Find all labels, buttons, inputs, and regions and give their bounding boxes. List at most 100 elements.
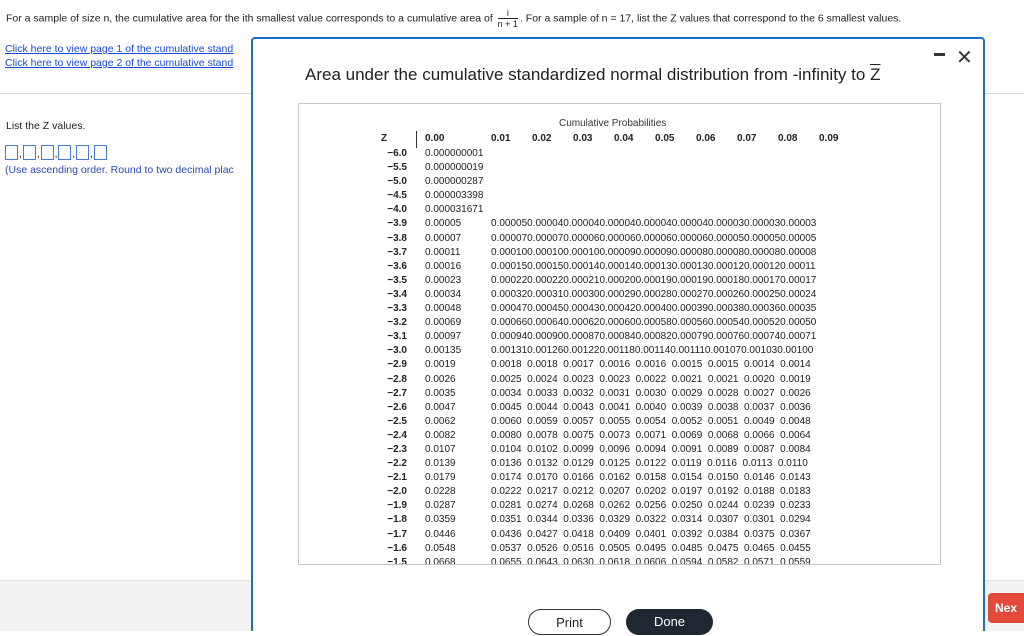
- probability-cells: 0.0351 0.0344 0.0336 0.0329 0.0322 0.031…: [491, 514, 811, 526]
- table-row: −3.9 0.00005 0.000050.000040.000040.000040…: [299, 217, 940, 231]
- z-value-cell: −1.9: [387, 500, 407, 512]
- probability-cells: 0.0104 0.0102 0.0099 0.0096 0.0094 0.009…: [491, 443, 811, 455]
- probability-cell: 0.0107: [425, 443, 456, 455]
- fraction: i n + 1: [497, 8, 518, 29]
- probability-cell: 0.0668: [425, 556, 456, 565]
- z-value-cell: −3.4: [387, 288, 407, 300]
- z-value-cell: −1.8: [387, 514, 407, 526]
- col-header: 0.08: [778, 133, 798, 144]
- probability-cell: 0.00005: [425, 218, 462, 230]
- dialog-title-variable: Z: [870, 65, 881, 84]
- z-value-input-5[interactable]: [76, 145, 90, 160]
- probability-cell: 0.0446: [425, 528, 456, 540]
- table-row: −2.3 0.0107 0.0104 0.0102 0.0099 0.0096 0.…: [299, 443, 940, 457]
- probability-cells: 0.000150.000150.000140.000140.000130.000…: [491, 260, 816, 272]
- z-value-cell: −2.5: [387, 415, 407, 427]
- comma: ,: [90, 149, 93, 160]
- z-value-cell: −1.6: [387, 542, 407, 554]
- answer-label: List the Z values.: [6, 120, 86, 132]
- fraction-denominator: n + 1: [497, 19, 518, 29]
- table-row: −3.0 0.00135 0.001310.001260.001220.001180…: [299, 344, 940, 358]
- table-row: −2.9 0.0019 0.0018 0.0018 0.0017 0.0016 0.…: [299, 358, 940, 372]
- print-button[interactable]: Print: [528, 609, 611, 635]
- probability-cell: 0.000031671: [425, 204, 484, 216]
- z-value-cell: −2.7: [387, 387, 407, 399]
- probability-cells: 0.0025 0.0024 0.0023 0.0023 0.0022 0.002…: [491, 373, 811, 385]
- col-header: 0.07: [737, 133, 757, 144]
- probability-cell: 0.0228: [425, 486, 456, 498]
- question-prefix: For a sample of size n, the cumulative a…: [6, 12, 493, 25]
- z-value-cell: −1.7: [387, 528, 407, 540]
- probability-cells: 0.0034 0.0033 0.0032 0.0031 0.0030 0.002…: [491, 387, 811, 399]
- probability-cells: 0.000660.000640.000620.000600.000580.000…: [491, 317, 817, 329]
- table-row: −2.7 0.0035 0.0034 0.0033 0.0032 0.0031 0.…: [299, 387, 940, 401]
- z-value-input-2[interactable]: [22, 145, 36, 160]
- table-row: −2.8 0.0026 0.0025 0.0024 0.0023 0.0023 0.…: [299, 373, 940, 387]
- table-row: −1.6 0.0548 0.0537 0.0526 0.0516 0.0505 0.…: [299, 542, 940, 556]
- table-caption: Cumulative Probabilities: [559, 118, 667, 129]
- z-value-cell: −3.3: [387, 303, 407, 315]
- z-value-cell: −3.0: [387, 345, 407, 357]
- probability-cells: 0.000320.000310.000300.000290.000280.000…: [491, 288, 817, 300]
- z-column-header: Z: [381, 133, 388, 144]
- header-divider: [416, 131, 417, 148]
- z-value-input-4[interactable]: [58, 145, 72, 160]
- table-row: −1.8 0.0359 0.0351 0.0344 0.0336 0.0329 0.…: [299, 513, 940, 527]
- z-value-input-3[interactable]: [40, 145, 54, 160]
- close-icon[interactable]: ✕: [956, 48, 973, 68]
- z-value-cell: −3.6: [387, 260, 407, 272]
- table-row: −1.7 0.0446 0.0436 0.0427 0.0418 0.0409 0.…: [299, 528, 940, 542]
- z-value-cell: −3.1: [387, 331, 407, 343]
- table-row: −2.0 0.0228 0.0222 0.0217 0.0212 0.0207 0.…: [299, 485, 940, 499]
- dialog-title-text: Area under the cumulative standardized n…: [305, 65, 866, 84]
- z-value-cell: −3.7: [387, 246, 407, 258]
- probability-cells: 0.0018 0.0018 0.0017 0.0016 0.0016 0.001…: [491, 359, 811, 371]
- table-row: −1.5 0.0668 0.0655 0.0643 0.0630 0.0618 0.…: [299, 556, 940, 565]
- table-dialog: Area under the cumulative standardized n…: [251, 37, 985, 635]
- table-row: −2.6 0.0047 0.0045 0.0044 0.0043 0.0041 0.…: [299, 401, 940, 415]
- probability-cell: 0.0548: [425, 542, 456, 554]
- minimize-icon[interactable]: [934, 53, 945, 56]
- table-row: −3.5 0.00023 0.000220.000220.000210.000200…: [299, 274, 940, 288]
- table-row: −3.4 0.00034 0.000320.000310.000300.000290…: [299, 288, 940, 302]
- probability-cell: 0.0026: [425, 373, 456, 385]
- table-body: −6.0 0.000000001 −5.5 0.000000019 −5.0 0.0000…: [299, 147, 940, 565]
- z-value-cell: −2.9: [387, 359, 407, 371]
- z-value-cell: −2.2: [387, 458, 407, 470]
- probability-cell: 0.00011: [425, 246, 461, 258]
- z-value-cell: −2.8: [387, 373, 407, 385]
- probability-cells: 0.0174 0.0170 0.0166 0.0162 0.0158 0.015…: [491, 472, 811, 484]
- dialog-title: Area under the cumulative standardized n…: [305, 65, 880, 85]
- table-row: −4.0 0.000031671: [299, 203, 940, 217]
- table-row: −3.1 0.00097 0.000940.000900.000870.000840…: [299, 330, 940, 344]
- probability-cell: 0.00097: [425, 331, 462, 343]
- z-value-cell: −6.0: [387, 148, 407, 159]
- answer-hint: (Use ascending order. Round to two decim…: [5, 164, 234, 176]
- page1-link[interactable]: Click here to view page 1 of the cumulat…: [5, 42, 233, 56]
- z-value-cell: −3.2: [387, 317, 407, 329]
- table-row: −5.5 0.000000019: [299, 161, 940, 175]
- probability-cells: 0.0281 0.0274 0.0268 0.0262 0.0256 0.025…: [491, 500, 811, 512]
- probability-cells: 0.0060 0.0059 0.0057 0.0055 0.0054 0.005…: [491, 415, 811, 427]
- col-header: 0.05: [655, 133, 675, 144]
- z-value-input-1[interactable]: [5, 145, 18, 160]
- comma: ,: [54, 149, 58, 160]
- probability-cell: 0.000000001: [425, 148, 484, 159]
- done-button[interactable]: Done: [626, 609, 713, 635]
- next-button[interactable]: Nex: [988, 593, 1024, 623]
- col-header: 0.00: [425, 133, 445, 144]
- col-header: 0.06: [696, 133, 716, 144]
- z-value-cell: −2.0: [387, 486, 407, 498]
- z-value-cell: −2.6: [387, 401, 407, 413]
- probability-cell: 0.00069: [425, 317, 462, 329]
- page2-link[interactable]: Click here to view page 2 of the cumulat…: [5, 56, 233, 70]
- probability-cells: 0.001310.001260.001220.001180.001140.001…: [491, 345, 814, 357]
- col-header: 0.01: [491, 133, 511, 144]
- z-value-input-6[interactable]: [93, 145, 107, 160]
- probability-cells: 0.0537 0.0526 0.0516 0.0505 0.0495 0.048…: [491, 542, 811, 554]
- probability-cell: 0.0019: [425, 359, 456, 371]
- col-header: 0.02: [532, 133, 552, 144]
- col-header: 0.03: [573, 133, 593, 144]
- probability-cell: 0.0047: [425, 401, 456, 413]
- probability-cells: 0.000070.000070.000060.000060.000060.000…: [491, 232, 817, 244]
